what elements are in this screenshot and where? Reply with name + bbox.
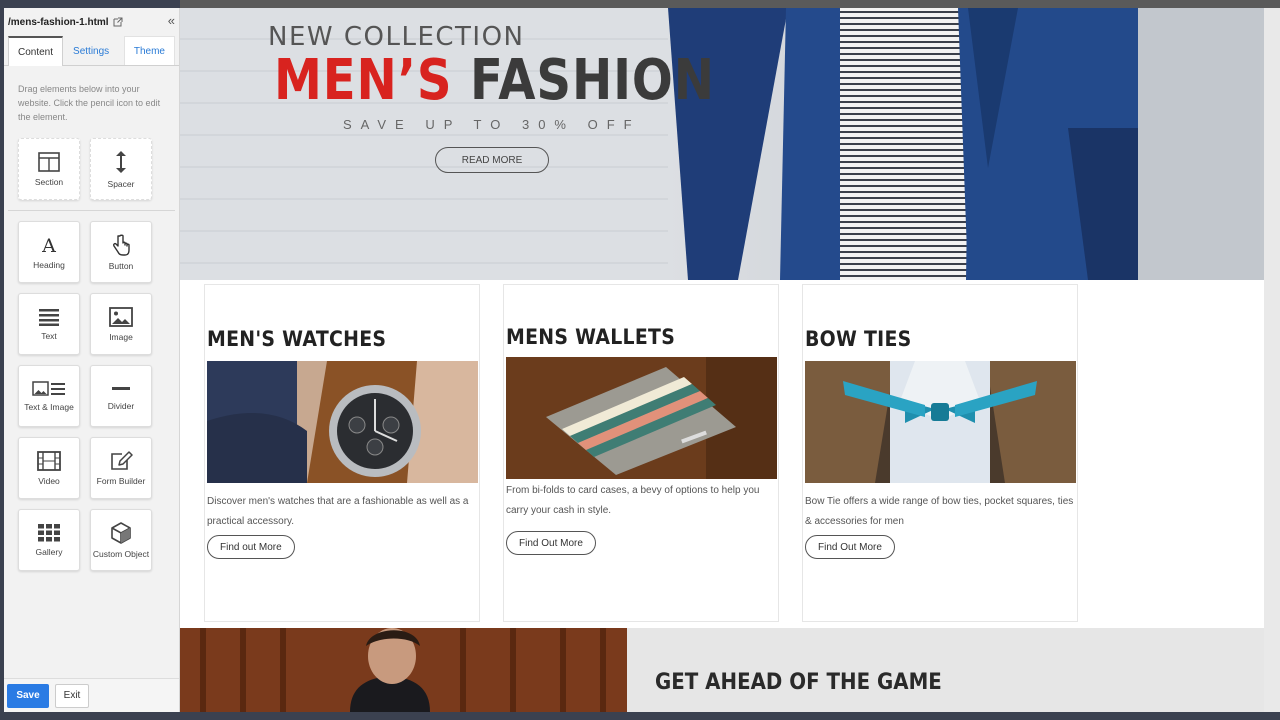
card-bow-ties[interactable]: BOW TIES Bow Tie offers a wide range of … — [802, 284, 1078, 622]
block-label: Divider — [107, 400, 135, 411]
hero-model-image — [668, 8, 1264, 280]
block-label: Text & Image — [24, 401, 74, 412]
edit-form-icon — [111, 450, 133, 470]
heading-icon: A — [41, 235, 56, 255]
card-text: From bi-folds to card cases, a bevy of o… — [506, 485, 760, 516]
section-icon — [38, 151, 60, 172]
block-label: Heading — [33, 259, 65, 270]
hero-offer: SAVE UP TO 30% OFF — [343, 117, 641, 132]
block-label: Image — [109, 331, 133, 342]
text-image-icon — [32, 380, 65, 396]
promo-model-image — [180, 628, 627, 712]
block-label: Text — [41, 330, 57, 341]
block-label: Spacer — [107, 178, 135, 189]
block-custom-object[interactable]: Custom Object — [90, 509, 152, 571]
block-label: Form Builder — [96, 475, 146, 486]
block-divider[interactable]: Divider — [90, 365, 152, 427]
card-title: BOW TIES — [805, 327, 912, 351]
block-label: Custom Object — [92, 548, 150, 559]
block-video[interactable]: Video — [18, 437, 80, 499]
hero-title: MEN’S FASHION — [274, 48, 715, 113]
divider-icon — [112, 386, 130, 390]
card-title: MEN'S WATCHES — [207, 327, 387, 351]
card-text: Discover men's watches that are a fashio… — [207, 496, 469, 527]
pointer-hand-icon — [113, 234, 130, 256]
hero-banner[interactable]: NEW COLLECTION MEN’S FASHION SAVE UP TO … — [180, 8, 1264, 280]
category-cards: MEN'S WATCHES Discover men's watches tha… — [180, 280, 1264, 626]
tab-content[interactable]: Content — [8, 36, 64, 66]
block-label: Button — [108, 260, 134, 271]
block-section[interactable]: Section — [18, 138, 80, 200]
promo-heading: GET AHEAD OF THE GAME — [655, 670, 942, 695]
image-icon — [109, 306, 133, 327]
file-name: /mens-fashion-1.html — [8, 16, 109, 28]
card-text: Bow Tie offers a wide range of bow ties,… — [805, 496, 1074, 527]
film-icon — [37, 450, 61, 471]
svg-text:A: A — [41, 235, 56, 255]
tab-theme[interactable]: Theme — [123, 36, 175, 65]
block-text-image[interactable]: Text & Image — [18, 365, 80, 427]
bow-tie-image — [805, 361, 1076, 483]
card-watches[interactable]: MEN'S WATCHES Discover men's watches tha… — [204, 284, 480, 622]
block-label: Section — [34, 176, 64, 187]
canvas-scrollbar[interactable] — [1264, 8, 1280, 712]
block-gallery[interactable]: Gallery — [18, 509, 80, 571]
collapse-sidebar-icon[interactable]: « — [168, 13, 175, 28]
block-text[interactable]: Text — [18, 293, 80, 355]
hero-title-red: MEN’S — [274, 48, 453, 113]
sidebar-footer: Save Exit — [4, 678, 179, 712]
find-out-more-button[interactable]: Find Out More — [805, 535, 895, 559]
promo-band: GET AHEAD OF THE GAME — [180, 628, 1264, 712]
block-form-builder[interactable]: Form Builder — [90, 437, 152, 499]
layout-blocks: Section Spacer — [4, 138, 179, 200]
block-button[interactable]: Button — [90, 221, 152, 283]
builder-sidebar: /mens-fashion-1.html « Content Settings … — [4, 8, 180, 712]
tab-settings[interactable]: Settings — [63, 36, 119, 65]
save-button[interactable]: Save — [7, 683, 49, 708]
content-blocks: A Heading Button Text Image Text & Image… — [4, 221, 179, 571]
card-title: MENS WALLETS — [506, 325, 676, 349]
block-heading[interactable]: A Heading — [18, 221, 80, 283]
card-wallets[interactable]: MENS WALLETS From bi-folds to card cases… — [503, 284, 779, 622]
hero-title-dark: FASHION — [470, 48, 715, 113]
read-more-button[interactable]: READ MORE — [435, 147, 549, 173]
sidebar-divider — [8, 210, 175, 211]
file-header: /mens-fashion-1.html « — [4, 8, 179, 36]
block-image[interactable]: Image — [90, 293, 152, 355]
page-canvas: NEW COLLECTION MEN’S FASHION SAVE UP TO … — [180, 8, 1264, 712]
sidebar-tabs: Content Settings Theme — [4, 36, 179, 66]
block-label: Video — [38, 475, 60, 486]
watch-image — [207, 361, 478, 483]
external-link-icon[interactable] — [113, 17, 123, 27]
block-label: Gallery — [35, 546, 63, 557]
find-out-more-button[interactable]: Find out More — [207, 535, 295, 559]
find-out-more-button[interactable]: Find Out More — [506, 531, 596, 555]
wallet-image — [506, 357, 777, 479]
text-lines-icon — [39, 308, 59, 326]
help-text: Drag elements below into your website. C… — [18, 84, 161, 122]
block-spacer[interactable]: Spacer — [90, 138, 152, 200]
cube-icon — [111, 521, 131, 544]
exit-button[interactable]: Exit — [55, 683, 89, 708]
spacer-icon — [116, 150, 126, 173]
canvas-top-bar — [180, 0, 1280, 8]
gallery-grid-icon — [38, 523, 60, 541]
